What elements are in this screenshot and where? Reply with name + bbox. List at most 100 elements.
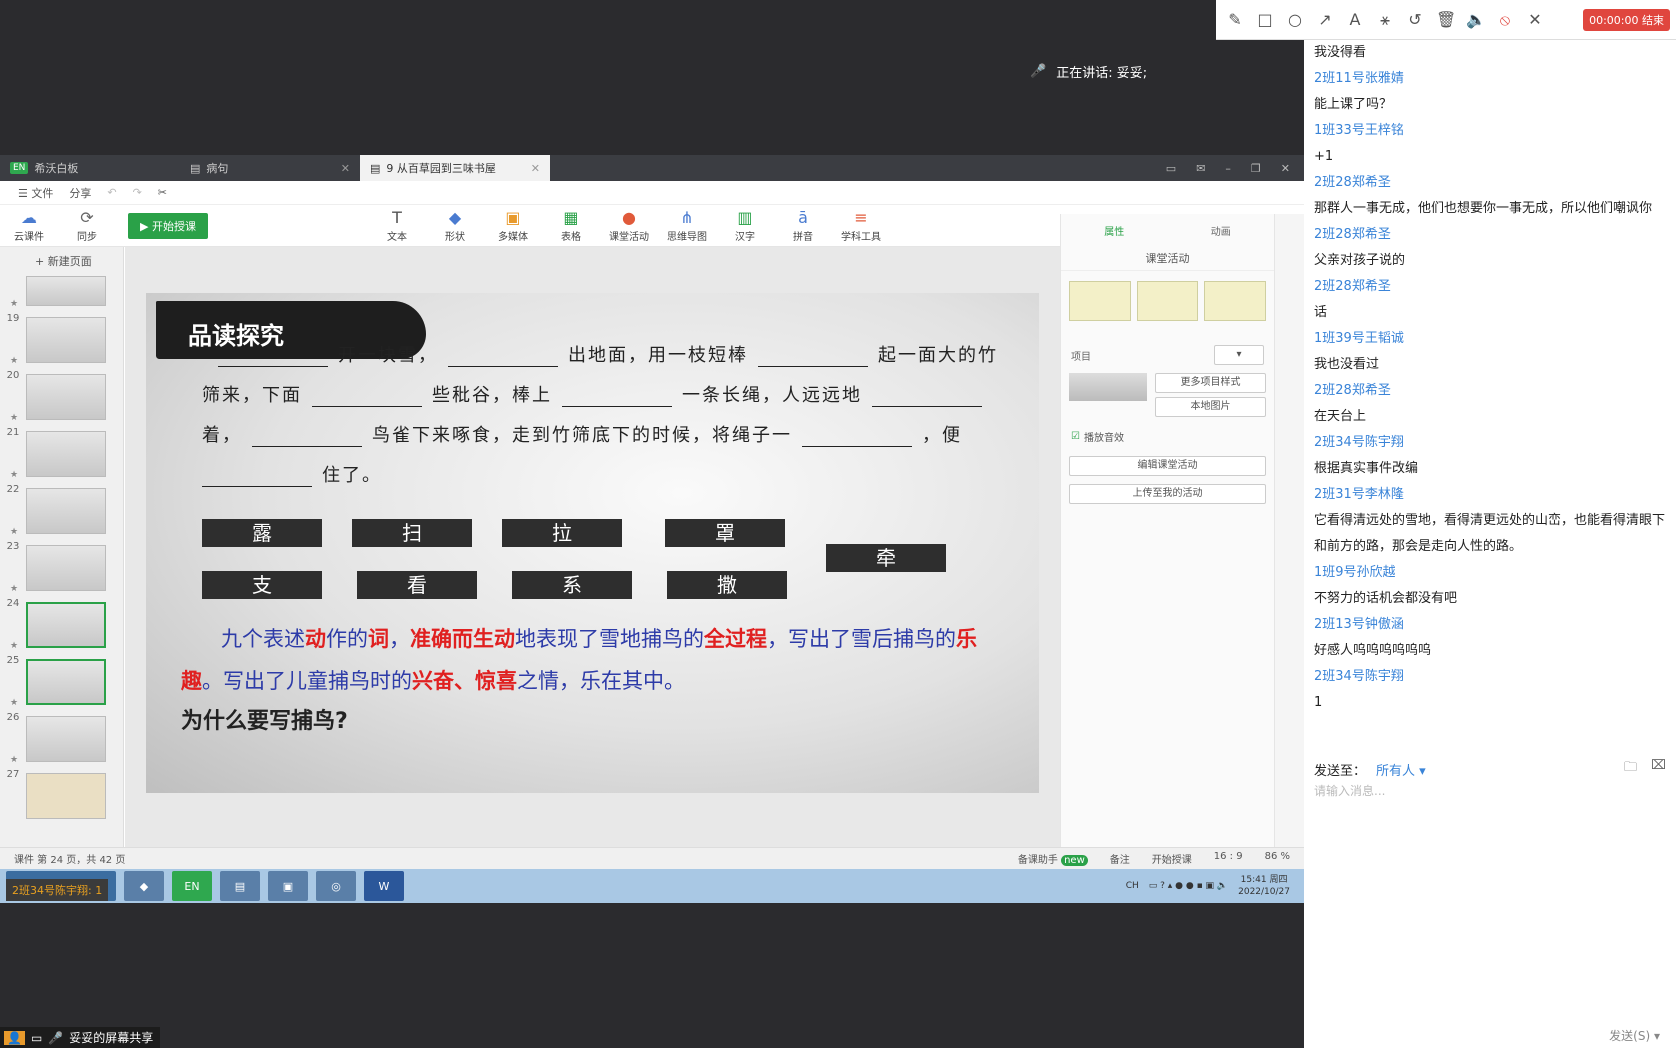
star-icon[interactable]: ★ [10,698,18,708]
word-card[interactable]: 撒 [667,571,787,599]
sender-name[interactable]: 2班28郑希圣 [1314,222,1666,248]
magic-wand-icon[interactable]: ⚹ [1376,10,1394,30]
message-icon[interactable]: ▭ [1166,162,1176,175]
slide[interactable]: 品读探究 开一块雪， 出地面，用一枝短棒 起一面大的竹 筛来，下面 些秕谷，棒上 一条长… [146,293,1039,793]
taskbar-app[interactable]: ◆ [124,871,164,901]
file-menu[interactable]: ☰ 文件 [18,185,53,201]
sender-name[interactable]: 2班28郑希圣 [1314,274,1666,300]
local-image-button[interactable]: 本地图片 [1155,397,1266,417]
start-button[interactable]: 开始授课 [1152,851,1192,866]
thumbnail[interactable]: 25 ★ [0,653,123,710]
word-card[interactable]: 牵 [826,544,946,572]
share-menu[interactable]: 分享 [69,185,91,201]
thumbnail[interactable]: 19 ★ [0,311,123,368]
screen-share-bar[interactable]: 👤 ▭ 🎤 妥妥的屏幕共享 [0,1027,160,1048]
tab-lesson[interactable]: ▤ 9 从百草园到三味书屋 ✕ [360,155,550,181]
star-icon[interactable]: ★ [10,527,18,537]
chat-input[interactable]: 请输入消息... [1314,782,1385,799]
notes-button[interactable]: 备注 [1110,851,1130,866]
sender-name[interactable]: 1班39号王韬诚 [1314,326,1666,352]
word-card[interactable]: 看 [357,571,477,599]
sender-name[interactable]: 2班11号张雅婧 [1314,66,1666,92]
pencil-icon[interactable]: ✎ [1226,10,1244,29]
sender-name[interactable]: 1班9号孙欣越 [1314,560,1666,586]
text-icon[interactable]: A [1346,10,1364,29]
mail-icon[interactable]: ✉ [1196,162,1205,175]
taskbar-app[interactable]: ▤ [220,871,260,901]
color-picker[interactable]: ▾ [1214,345,1264,365]
new-page-button[interactable]: + 新建页面 [0,247,123,271]
undo-icon[interactable]: ↶ [107,186,116,199]
close-icon[interactable]: ✕ [1526,10,1544,29]
cloud-button[interactable]: ☁ 云课件 [0,208,58,243]
word-card[interactable]: 拉 [502,519,622,547]
lang-indicator[interactable]: CH [1126,881,1139,891]
tool-activity[interactable]: ● 课堂活动 [600,208,658,243]
restore-icon[interactable]: ❐ [1251,162,1261,175]
tab-seewo[interactable]: EN 希沃白板 [0,155,180,181]
scissors-icon[interactable]: ✂ [158,186,167,199]
star-icon[interactable]: ★ [10,299,18,309]
send-button[interactable]: 发送(S) ▾ [1609,1027,1660,1044]
word-card[interactable]: 支 [202,571,322,599]
star-icon[interactable]: ★ [10,755,18,765]
upload-activity-button[interactable]: 上传至我的活动 [1069,484,1266,504]
tab-animation[interactable]: 动画 [1211,223,1231,238]
more-styles-button[interactable]: 更多项目样式 [1155,373,1266,393]
checkbox-icon[interactable]: ☑ [1071,431,1080,442]
template-option[interactable] [1069,281,1131,321]
close-tab-icon[interactable]: ✕ [341,162,350,175]
template-option[interactable] [1136,281,1199,321]
redo-icon[interactable]: ↷ [133,186,142,199]
tray-icons[interactable]: ▭ ? ▴ ● ● ▪ ▣ 🔈 [1149,881,1228,891]
star-icon[interactable]: ★ [10,470,18,480]
tool-table[interactable]: ▦ 表格 [542,208,600,243]
circle-icon[interactable]: ○ [1286,10,1304,29]
thumbnail-active[interactable]: 24 ★ [0,596,123,653]
rectangle-icon[interactable]: □ [1256,10,1274,29]
start-class-button[interactable]: ▶ 开始授课 [128,212,208,239]
end-timer-button[interactable]: 00:00:00 结束 [1583,8,1670,31]
word-card[interactable]: 露 [202,519,322,547]
clock[interactable]: 15:41 周四 2022/10/27 [1238,874,1290,898]
close-window-icon[interactable]: ✕ [1281,162,1290,175]
sender-name[interactable]: 2班28郑希圣 [1314,378,1666,404]
taskbar-app[interactable]: ◎ [316,871,356,901]
tab-attributes[interactable]: 属性 [1104,223,1124,238]
trash-icon[interactable]: 🗑 [1436,10,1456,29]
tool-media[interactable]: ▣ 多媒体 [484,208,542,243]
screenshot-icon[interactable]: ⌧ [1651,758,1666,780]
zoom-select[interactable]: 86 % [1265,851,1290,866]
edit-activity-button[interactable]: 编辑课堂活动 [1069,456,1266,476]
sender-name[interactable]: 2班31号李林隆 [1314,482,1666,508]
taskbar-app[interactable]: EN [172,871,212,901]
mic-off-icon[interactable]: ⦸ [1496,10,1514,30]
tool-hanzi[interactable]: ▥ 汉字 [716,208,774,243]
sender-name[interactable]: 2班34号陈宇翔 [1314,664,1666,690]
folder-icon[interactable]: 🗀 [1624,758,1637,780]
tool-shape[interactable]: ◆ 形状 [426,208,484,243]
taskbar-app[interactable]: W [364,871,404,901]
sender-name[interactable]: 2班28郑希圣 [1314,170,1666,196]
thumbnail[interactable]: 22 ★ [0,482,123,539]
thumbnail[interactable]: 23 ★ [0,539,123,596]
word-card[interactable]: 扫 [352,519,472,547]
thumbnail-18[interactable]: ★ [0,271,123,311]
sender-name[interactable]: 2班13号钟傲涵 [1314,612,1666,638]
thumbnail[interactable]: 27 [0,767,123,824]
thumbnail[interactable]: 21 ★ [0,425,123,482]
tool-subject[interactable]: ≡ 学科工具 [832,208,890,243]
star-icon[interactable]: ★ [10,413,18,423]
recipient-select[interactable]: 所有人 ▾ [1376,760,1426,779]
star-icon[interactable]: ★ [10,584,18,594]
tab-bingju[interactable]: ▤ 病句 ✕ [180,155,360,181]
sender-name[interactable]: 1班33号王梓铭 [1314,118,1666,144]
tool-text[interactable]: T 文本 [368,208,426,243]
tool-pinyin[interactable]: ā 拼音 [774,208,832,243]
ratio-select[interactable]: 16 : 9 [1214,851,1243,866]
word-card[interactable]: 系 [512,571,632,599]
close-tab-icon[interactable]: ✕ [531,162,540,175]
undo-icon[interactable]: ↺ [1406,10,1424,29]
star-icon[interactable]: ★ [10,641,18,651]
taskbar-app[interactable]: ▣ [268,871,308,901]
